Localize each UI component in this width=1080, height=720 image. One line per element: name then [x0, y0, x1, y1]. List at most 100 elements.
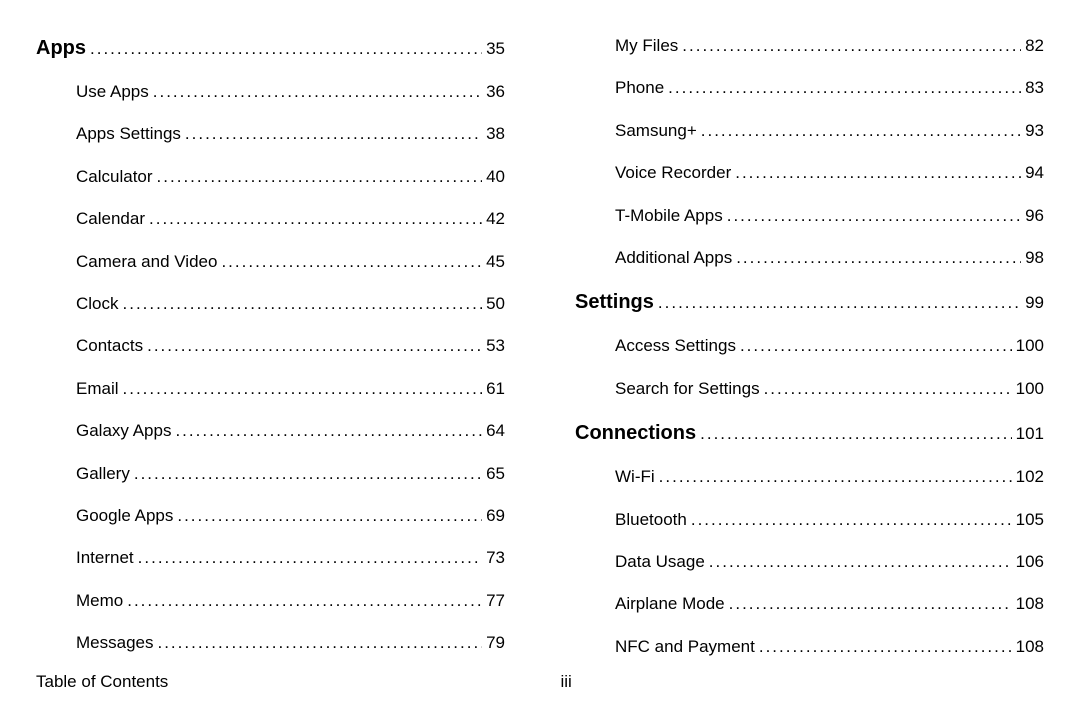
leader-dots	[740, 336, 1012, 356]
toc-column-left: Apps35 Use Apps36 Apps Settings38 Calculato…	[36, 36, 505, 679]
toc-entry-title: My Files	[615, 36, 678, 56]
toc-entry-title: Google Apps	[76, 506, 173, 526]
toc-entry[interactable]: Email61	[76, 379, 505, 399]
toc-entry-title: Access Settings	[615, 336, 736, 356]
toc-entry[interactable]: Calendar42	[76, 209, 505, 229]
toc-entry-title: Internet	[76, 548, 134, 568]
toc-entry[interactable]: Galaxy Apps 64	[76, 421, 505, 441]
toc-entry-page: 108	[1016, 637, 1044, 657]
toc-entry-page: 94	[1025, 163, 1044, 183]
toc-entry[interactable]: My Files82	[615, 36, 1044, 56]
leader-dots	[727, 206, 1021, 226]
toc-entry-title: Search for Settings	[615, 379, 760, 399]
toc-entry-page: 40	[486, 167, 505, 187]
toc-entry-title: Messages	[76, 633, 153, 653]
leader-dots	[736, 248, 1021, 268]
toc-entry-title: Galaxy Apps	[76, 421, 171, 441]
toc-entry-page: 36	[486, 82, 505, 102]
toc-entry[interactable]: Memo77	[76, 591, 505, 611]
toc-entry-title: Camera and Video	[76, 252, 217, 272]
leader-dots	[138, 548, 482, 568]
toc-entry-title: Connections	[575, 421, 696, 445]
leader-dots	[123, 294, 483, 314]
footer: Table of Contents iii	[36, 672, 1044, 692]
leader-dots	[729, 594, 1012, 614]
leader-dots	[157, 633, 482, 653]
toc-entry-title: Apps	[36, 36, 86, 60]
toc-entry[interactable]: Access Settings 100	[615, 336, 1044, 356]
toc-entry[interactable]: Airplane Mode108	[615, 594, 1044, 614]
toc-entry-page: 77	[486, 591, 505, 611]
toc-entry-page: 106	[1016, 552, 1044, 572]
toc-entry-page: 102	[1016, 467, 1044, 487]
toc-entry-page: 101	[1016, 424, 1044, 444]
toc-entry[interactable]: Connections 101	[575, 421, 1044, 445]
toc-entry-page: 99	[1025, 293, 1044, 313]
leader-dots	[659, 467, 1012, 487]
toc-entry-title: Data Usage	[615, 552, 705, 572]
leader-dots	[123, 379, 483, 399]
toc-entry[interactable]: Messages 79	[76, 633, 505, 653]
toc-entry[interactable]: Samsung+93	[615, 121, 1044, 141]
toc-entry[interactable]: Search for Settings 100	[615, 379, 1044, 399]
toc-entry[interactable]: Data Usage 106	[615, 552, 1044, 572]
toc-entry[interactable]: Phone 83	[615, 78, 1044, 98]
leader-dots	[691, 510, 1012, 530]
toc-entry-page: 100	[1016, 336, 1044, 356]
toc-entry-page: 100	[1016, 379, 1044, 399]
toc-entry-title: Voice Recorder	[615, 163, 731, 183]
leader-dots	[701, 121, 1021, 141]
toc-entry-page: 108	[1016, 594, 1044, 614]
leader-dots	[764, 379, 1012, 399]
toc-entry[interactable]: Use Apps36	[76, 82, 505, 102]
toc-entry-page: 96	[1025, 206, 1044, 226]
toc-entry[interactable]: Apps35	[36, 36, 505, 60]
toc-entry[interactable]: Internet73	[76, 548, 505, 568]
toc-entry-title: Phone	[615, 78, 664, 98]
toc-entry-title: Samsung+	[615, 121, 697, 141]
leader-dots	[134, 464, 482, 484]
leader-dots	[759, 637, 1012, 657]
toc-entry[interactable]: Settings 99	[575, 290, 1044, 314]
footer-page-number: iii	[560, 672, 571, 692]
leader-dots	[90, 39, 482, 59]
toc-entry[interactable]: Contacts53	[76, 336, 505, 356]
toc-entry[interactable]: Camera and Video 45	[76, 252, 505, 272]
leader-dots	[157, 167, 483, 187]
toc-entry[interactable]: Clock50	[76, 294, 505, 314]
leader-dots	[700, 424, 1012, 444]
toc-entry-title: Clock	[76, 294, 119, 314]
toc-entry-title: Settings	[575, 290, 654, 314]
toc-entry[interactable]: Additional Apps98	[615, 248, 1044, 268]
footer-label: Table of Contents	[36, 672, 168, 692]
toc-entry-page: 45	[486, 252, 505, 272]
toc-entry[interactable]: Wi-Fi102	[615, 467, 1044, 487]
toc-entry-page: 79	[486, 633, 505, 653]
toc-entry[interactable]: Gallery65	[76, 464, 505, 484]
toc-entry-page: 38	[486, 124, 505, 144]
toc-entry[interactable]: Bluetooth105	[615, 510, 1044, 530]
leader-dots	[185, 124, 482, 144]
toc-entry[interactable]: Calculator40	[76, 167, 505, 187]
toc-entry-title: Contacts	[76, 336, 143, 356]
toc-entry[interactable]: Google Apps69	[76, 506, 505, 526]
toc-entry-page: 83	[1025, 78, 1044, 98]
leader-dots	[682, 36, 1021, 56]
leader-dots	[127, 591, 482, 611]
leader-dots	[175, 421, 482, 441]
leader-dots	[709, 552, 1012, 572]
toc-entry-page: 42	[486, 209, 505, 229]
leader-dots	[153, 82, 482, 102]
toc-entry-page: 65	[486, 464, 505, 484]
toc-entry[interactable]: T-Mobile Apps 96	[615, 206, 1044, 226]
leader-dots	[177, 506, 482, 526]
toc-entry-page: 64	[486, 421, 505, 441]
toc-entry-title: Email	[76, 379, 119, 399]
leader-dots	[658, 293, 1021, 313]
toc-entry-title: T-Mobile Apps	[615, 206, 723, 226]
toc-entry[interactable]: NFC and Payment108	[615, 637, 1044, 657]
toc-entry[interactable]: Voice Recorder 94	[615, 163, 1044, 183]
toc-entry[interactable]: Apps Settings38	[76, 124, 505, 144]
leader-dots	[668, 78, 1021, 98]
toc-column-right: My Files82 Phone 83 Samsung+93 Voice Recorde…	[575, 36, 1044, 679]
